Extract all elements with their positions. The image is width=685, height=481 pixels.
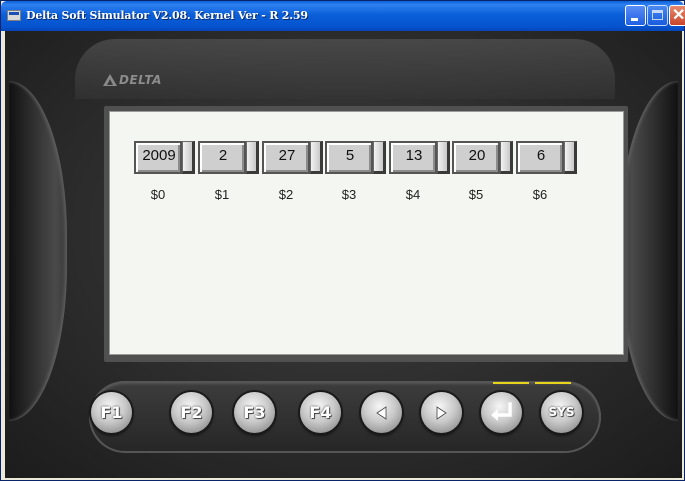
bezel-top xyxy=(75,39,615,99)
simulator-window: Delta Soft Simulator V2.08. Kernel Ver -… xyxy=(0,0,685,481)
field-value: 6 xyxy=(536,147,546,164)
enter-icon xyxy=(491,402,512,421)
f3-key[interactable]: F3 xyxy=(234,392,275,433)
key-label: F1 xyxy=(100,403,123,422)
close-button[interactable] xyxy=(669,5,685,26)
key-label: F4 xyxy=(309,403,332,422)
status-led xyxy=(493,382,529,384)
hmi-device: DELTA 2009 $0 2 $1 27 $2 5 $3 13 $4 20 $… xyxy=(5,31,682,478)
f4-key[interactable]: F4 xyxy=(300,392,341,433)
field-address: $2 xyxy=(278,187,294,202)
arrow-left-icon xyxy=(376,406,387,420)
field-button[interactable] xyxy=(246,141,259,174)
field-button[interactable] xyxy=(310,141,323,174)
field-address: $0 xyxy=(150,187,166,202)
maximize-button[interactable] xyxy=(647,5,668,26)
field-value: 20 xyxy=(468,147,486,164)
field-value: 2 xyxy=(218,147,228,164)
brand-logo: DELTA xyxy=(103,71,162,89)
field-value: 5 xyxy=(345,147,355,164)
field-address: $4 xyxy=(405,187,421,202)
status-led xyxy=(535,382,571,384)
numeric-field-3[interactable]: 5 $3 xyxy=(325,141,386,202)
arrow-right-key[interactable] xyxy=(421,392,462,433)
numeric-field-1[interactable]: 2 $1 xyxy=(198,141,259,202)
minimize-button[interactable] xyxy=(625,5,646,26)
field-address: $5 xyxy=(468,187,484,202)
title-bar[interactable]: Delta Soft Simulator V2.08. Kernel Ver -… xyxy=(1,1,685,31)
numeric-field-2[interactable]: 27 $2 xyxy=(262,141,323,202)
field-button[interactable] xyxy=(437,141,450,174)
enter-key[interactable] xyxy=(481,392,522,433)
key-label: F2 xyxy=(180,403,203,422)
brand-text: DELTA xyxy=(119,73,162,87)
field-button[interactable] xyxy=(500,141,513,174)
window-title: Delta Soft Simulator V2.08. Kernel Ver -… xyxy=(26,9,308,22)
field-value: 13 xyxy=(405,147,423,164)
numeric-field-4[interactable]: 13 $4 xyxy=(389,141,450,202)
field-button[interactable] xyxy=(564,141,577,174)
app-icon xyxy=(7,10,21,21)
key-label: F3 xyxy=(243,403,266,422)
field-button[interactable] xyxy=(182,141,195,174)
numeric-fields: 2009 $0 2 $1 27 $2 5 $3 13 $4 20 $5 6 $6 xyxy=(134,141,604,202)
numeric-field-6[interactable]: 6 $6 xyxy=(516,141,577,202)
f2-key[interactable]: F2 xyxy=(171,392,212,433)
field-address: $1 xyxy=(214,187,230,202)
numeric-field-5[interactable]: 20 $5 xyxy=(452,141,513,202)
field-button[interactable] xyxy=(373,141,386,174)
field-address: $3 xyxy=(341,187,357,202)
field-value: 2009 xyxy=(142,147,176,164)
keypad xyxy=(89,381,601,453)
arrow-left-key[interactable] xyxy=(361,392,402,433)
sys-key[interactable]: SYS xyxy=(541,392,582,433)
key-label: SYS xyxy=(548,405,575,419)
arrow-right-icon xyxy=(436,406,447,420)
delta-logo-icon xyxy=(103,74,117,86)
field-address: $6 xyxy=(532,187,548,202)
numeric-field-0[interactable]: 2009 $0 xyxy=(134,141,195,202)
field-value: 27 xyxy=(278,147,296,164)
f1-key[interactable]: F1 xyxy=(91,392,132,433)
